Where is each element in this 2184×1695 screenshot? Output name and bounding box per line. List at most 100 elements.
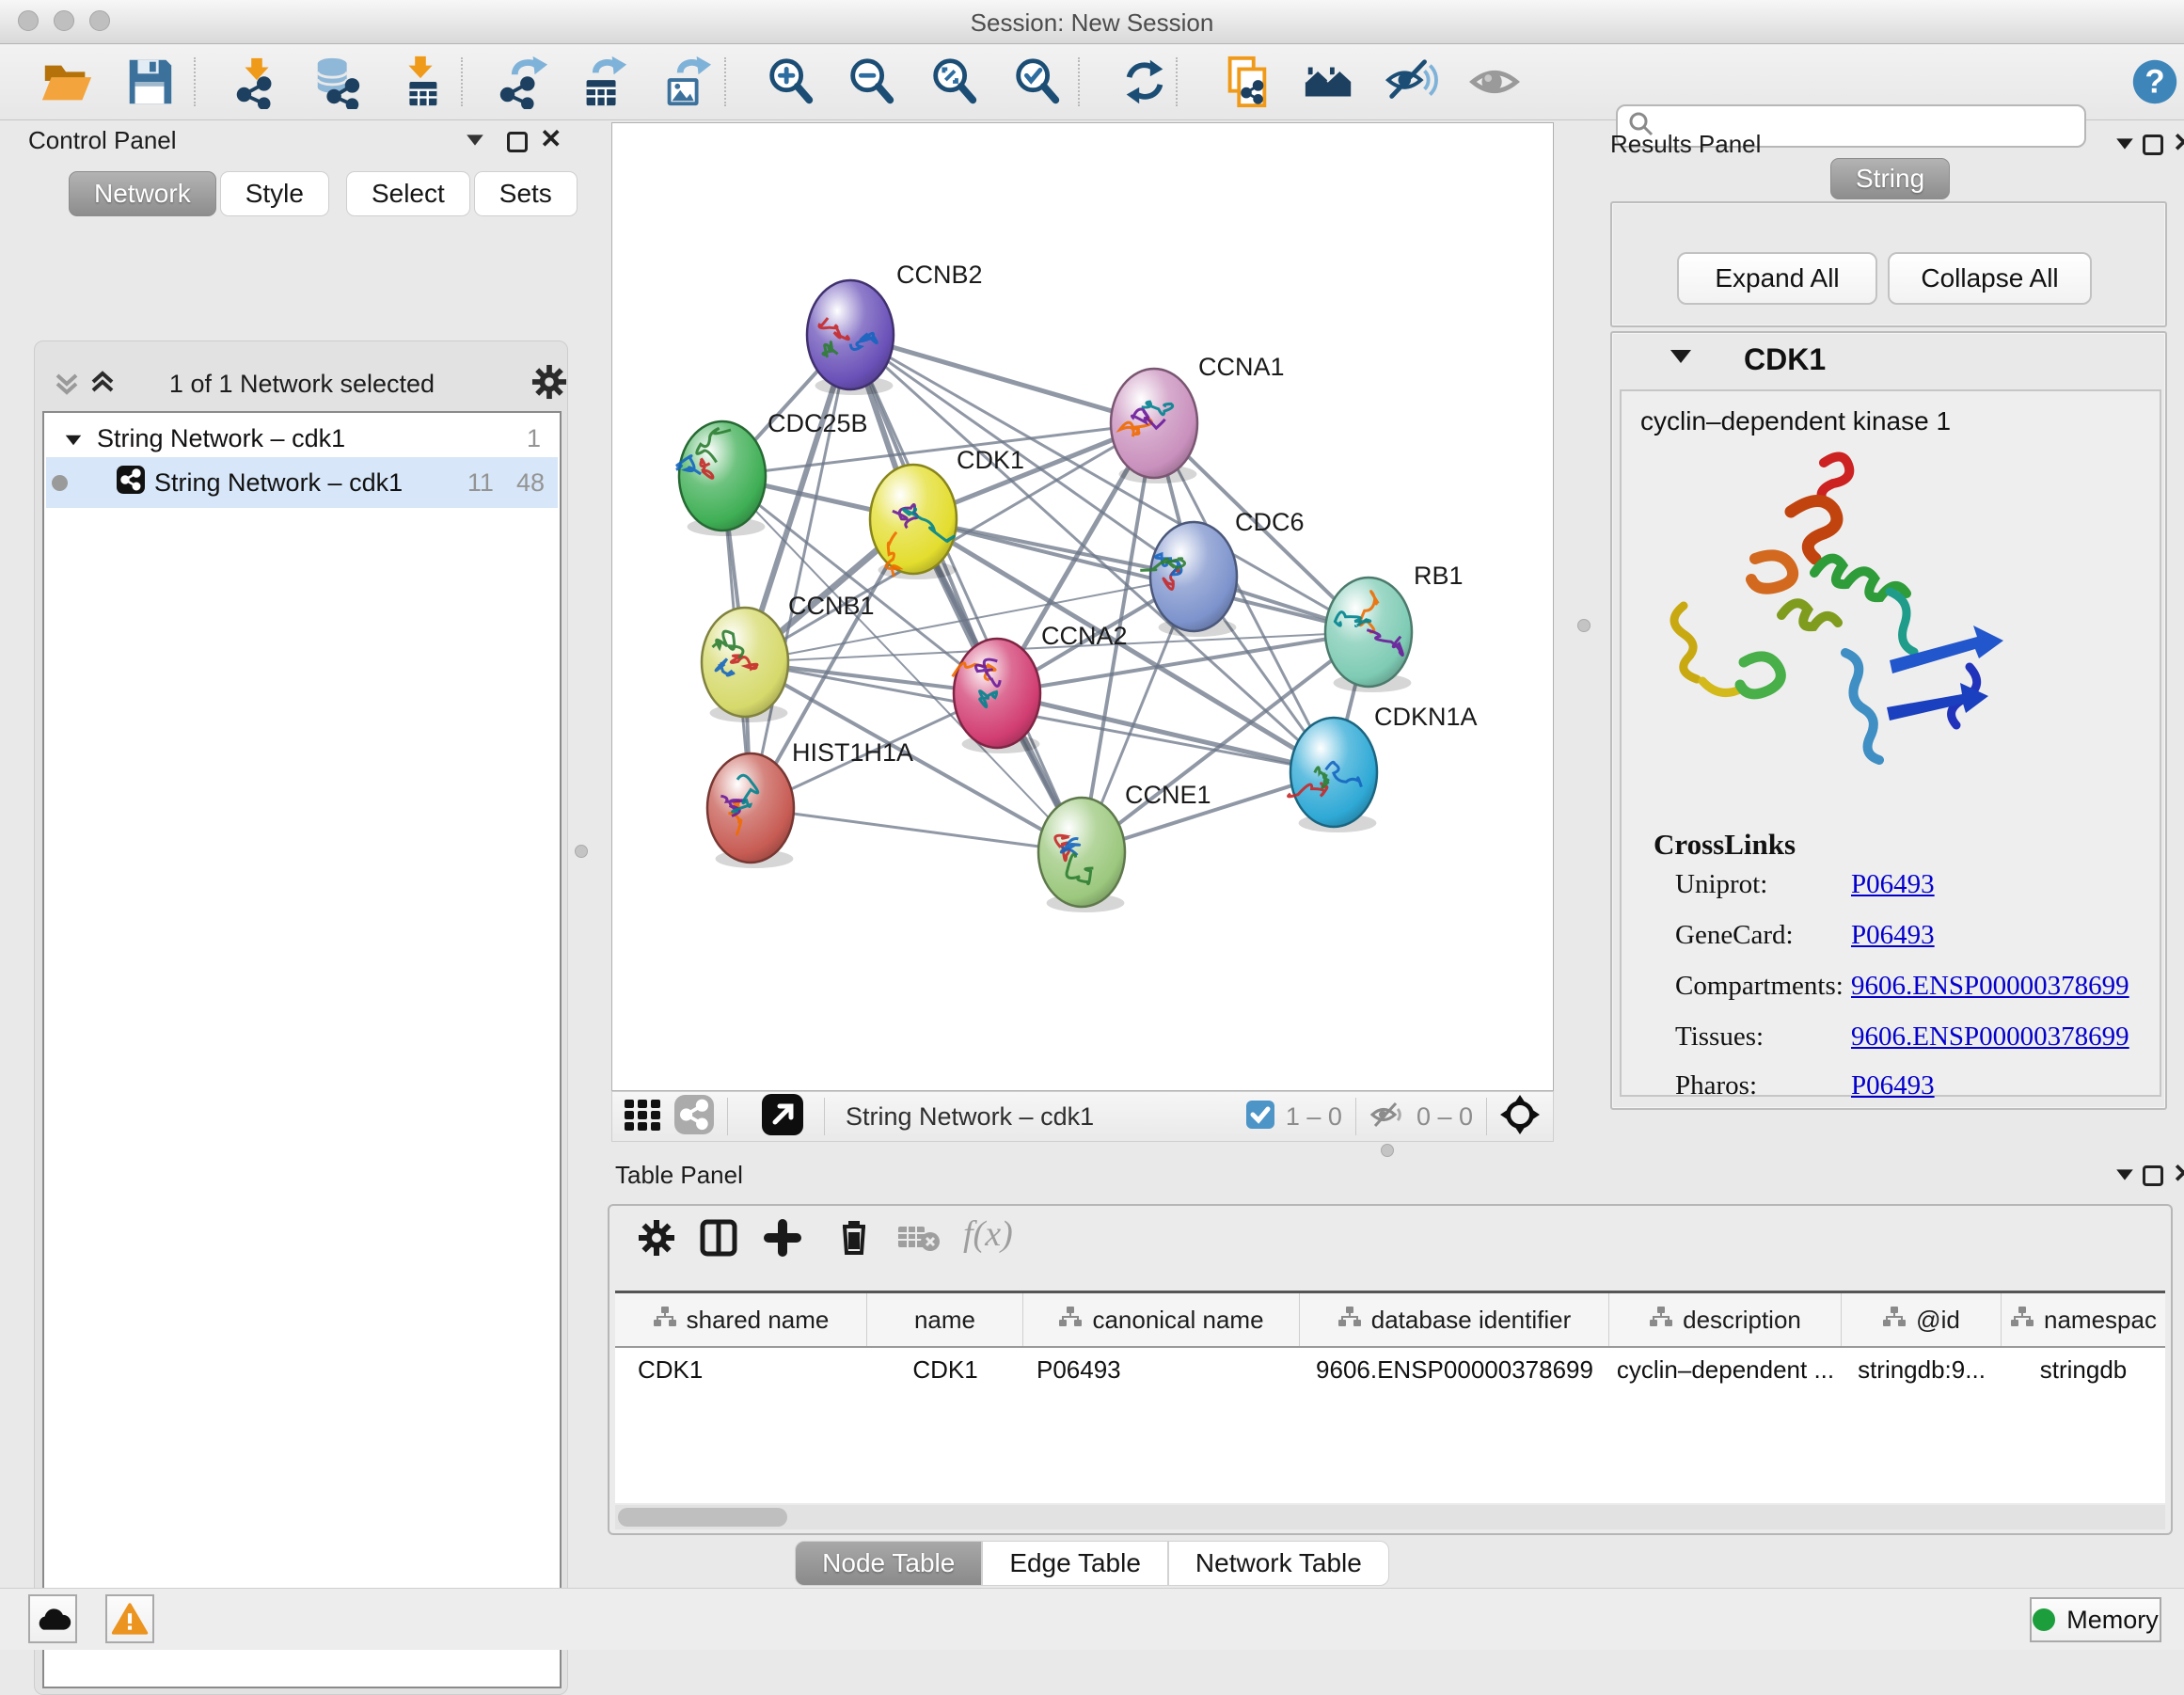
table-row[interactable]: CDK1 CDK1 P06493 9606.ENSP00000378699 cy… [615,1348,2165,1391]
tab-style[interactable]: Style [220,171,329,216]
close-panel-icon[interactable]: ✕ [2173,132,2184,154]
column-header[interactable]: shared name [615,1293,867,1346]
import-network-from-database-icon[interactable] [310,55,365,109]
gene-collapse-icon[interactable] [1670,350,1691,368]
network-graph[interactable]: CCNB2CCNA1CDC25BCDK1CDC6RB1CCNB1CCNA2CDK… [612,123,1553,1090]
first-neighbors-icon[interactable] [1302,55,1356,109]
collapse-all-button[interactable]: Collapse All [1888,252,2092,305]
export-network-icon[interactable] [495,55,549,109]
graph-node-cdc6[interactable] [1150,522,1237,631]
horizontal-scrollbar[interactable] [615,1505,2165,1529]
help-icon[interactable]: ? [2128,55,2182,109]
cloud-button[interactable] [28,1594,77,1643]
crosslink-pharos-link[interactable]: P06493 [1851,1070,1935,1101]
graph-node-label: CDC6 [1235,508,1305,536]
crosslink-label: Pharos: [1675,1070,1757,1101]
graph-node-cdc25b[interactable] [679,421,766,531]
scrollbar-thumb[interactable] [618,1508,787,1527]
import-table-from-file-icon[interactable] [393,55,448,109]
network-badge-icon[interactable] [674,1095,714,1139]
network-options-gear-icon[interactable] [531,364,567,404]
detach-view-icon[interactable] [762,1094,803,1140]
string-network-icon [117,466,145,500]
export-image-icon[interactable] [658,55,713,109]
function-builder-icon: f(x) [963,1213,1013,1255]
tab-node-table[interactable]: Node Table [795,1541,982,1586]
gene-description: cyclin–dependent kinase 1 [1640,406,1951,436]
collapse-panel-icon[interactable] [2114,1168,2135,1186]
show-columns-icon[interactable] [700,1219,737,1261]
column-header[interactable]: database identifier [1300,1293,1609,1346]
crosslink-genecard-link[interactable]: P06493 [1851,920,1935,951]
navigator-crosshair-icon[interactable] [1500,1095,1540,1139]
float-panel-icon[interactable] [2143,1165,2163,1186]
show-all-icon[interactable] [1467,55,1522,109]
network-tab-content: 1 of 1 Network selected String Network –… [34,341,568,1695]
hidden-count: 0 – 0 [1416,1102,1473,1132]
hide-selected-icon[interactable] [1385,55,1439,109]
graph-node-rb1[interactable] [1325,578,1412,687]
tab-string[interactable]: String [1830,158,1950,199]
network-collection-row[interactable]: String Network – cdk1 1 [46,420,558,457]
collapse-panel-icon[interactable] [2114,137,2135,155]
column-header[interactable]: @id [1842,1293,2002,1346]
column-type-icon [1337,1306,1362,1335]
graph-node-label: CDC25B [768,409,868,437]
graph-node-hist1h1a[interactable] [707,753,794,863]
toolbar-separator [724,57,726,106]
open-session-icon[interactable] [40,55,94,109]
import-network-from-file-icon[interactable] [229,55,284,109]
tab-network[interactable]: Network [69,171,216,216]
column-header[interactable]: canonical name [1023,1293,1300,1346]
main-toolbar: ? [0,44,2184,120]
clone-network-icon[interactable] [1219,55,1274,109]
node-table[interactable]: shared name name canonical name database… [615,1291,2165,1503]
column-header[interactable]: description [1609,1293,1842,1346]
table-panel-title: Table Panel [615,1161,743,1190]
crosslink-uniprot-link[interactable]: P06493 [1851,869,1935,900]
graph-node-label: CDKN1A [1374,703,1478,731]
tab-sets[interactable]: Sets [474,171,578,216]
table-box: f(x) shared name name canonical name dat… [608,1204,2173,1535]
zoom-in-icon[interactable] [764,55,818,109]
column-header[interactable]: namespac [2002,1293,2165,1346]
collection-expand-icon[interactable] [63,424,84,453]
collapse-panel-icon[interactable] [465,134,485,151]
left-splitter-handle[interactable] [575,845,588,858]
float-panel-icon[interactable] [507,132,528,152]
column-header[interactable]: name [867,1293,1023,1346]
delete-column-icon[interactable] [835,1217,873,1261]
warning-button[interactable] [105,1594,154,1643]
save-session-icon[interactable] [122,55,177,109]
close-panel-icon[interactable]: ✕ [540,128,562,150]
graph-node-ccne1[interactable] [1038,798,1125,907]
close-panel-icon[interactable]: ✕ [2173,1163,2184,1185]
zoom-out-icon[interactable] [845,55,899,109]
network-edge-count: 48 [516,468,545,498]
status-bar: Memory [0,1588,2184,1650]
table-header-row: shared name name canonical name database… [615,1293,2165,1348]
graph-node-ccnb2[interactable] [807,280,894,389]
float-panel-icon[interactable] [2143,135,2163,155]
zoom-selected-icon[interactable] [1010,55,1065,109]
right-splitter-handle[interactable] [1577,619,1591,632]
tab-edge-table[interactable]: Edge Table [982,1541,1168,1586]
cloud-icon [34,1604,71,1634]
table-settings-gear-icon[interactable] [638,1219,675,1261]
selected-count: 1 – 0 [1286,1102,1342,1132]
export-table-icon[interactable] [576,55,630,109]
graph-node-ccnb1[interactable] [702,608,788,717]
tab-network-table[interactable]: Network Table [1168,1541,1389,1586]
zoom-fit-content-icon[interactable] [927,55,982,109]
refresh-view-icon[interactable] [1117,55,1172,109]
crosslink-tissues-link[interactable]: 9606.ENSP00000378699 [1851,1022,2129,1053]
crosslink-compartments-link[interactable]: 9606.ENSP00000378699 [1851,971,2129,1002]
grid-view-icon[interactable] [624,1096,661,1138]
memory-button[interactable]: Memory [2030,1597,2161,1642]
add-column-icon[interactable] [764,1219,801,1261]
network-row-selected[interactable]: String Network – cdk1 11 48 [46,457,558,508]
network-canvas[interactable]: CCNB2CCNA1CDC25BCDK1CDC6RB1CCNB1CCNA2CDK… [611,122,1554,1091]
tab-select[interactable]: Select [346,171,470,216]
expand-all-button[interactable]: Expand All [1677,252,1877,305]
selected-checkbox-icon[interactable] [1246,1101,1274,1133]
